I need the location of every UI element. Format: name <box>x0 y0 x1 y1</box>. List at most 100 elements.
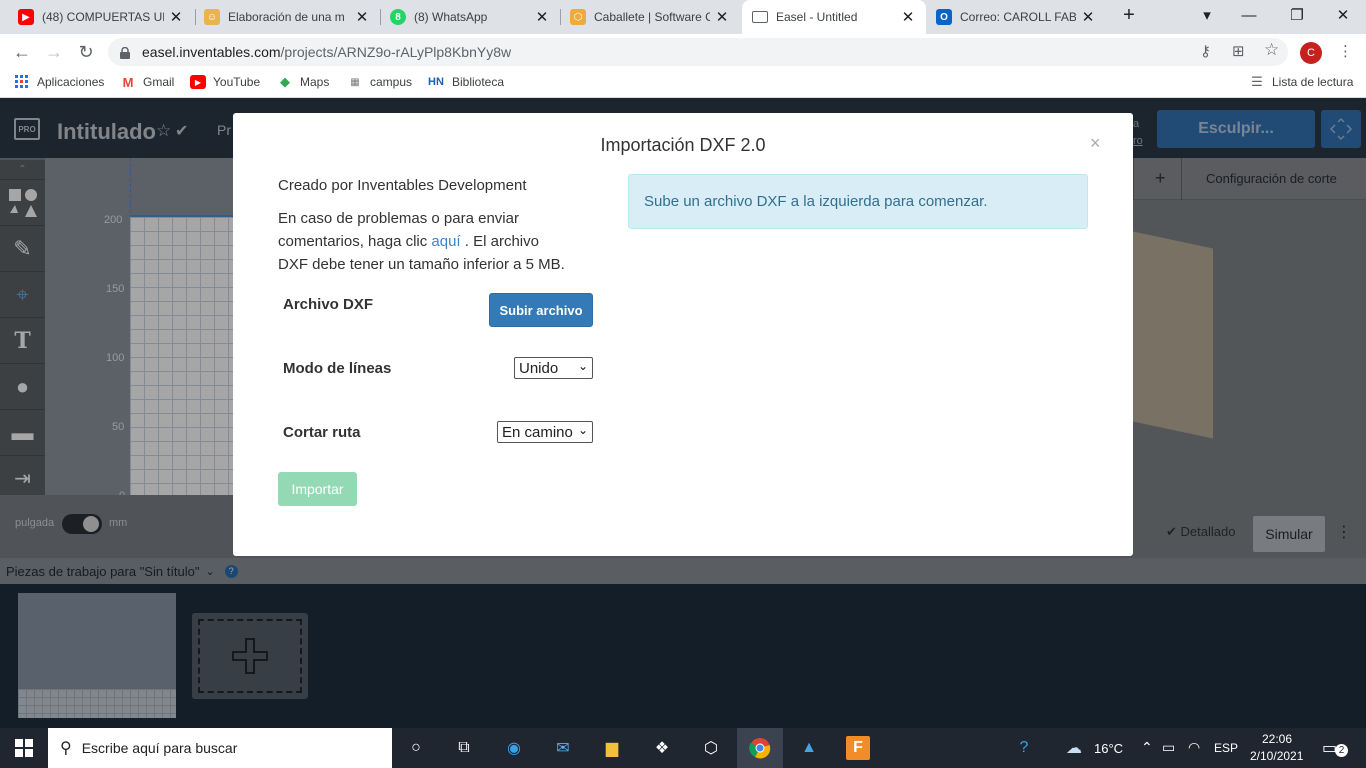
forward-arrow-icon[interactable]: → <box>42 41 66 63</box>
reading-list-button[interactable]: ☰ Lista de lectura <box>1249 74 1353 89</box>
wifi-icon[interactable]: ◠ <box>1188 739 1200 756</box>
browser-tab[interactable]: ☺ Elaboración de una m ✕ <box>194 0 380 34</box>
back-arrow-icon[interactable]: ← <box>10 41 34 63</box>
edge-icon[interactable]: ◉ <box>502 736 526 760</box>
close-tab-icon[interactable]: ✕ <box>534 8 550 26</box>
windows-start-icon[interactable] <box>12 736 36 760</box>
modal-close-button[interactable]: × <box>1090 133 1101 154</box>
bookmark-label: campus <box>370 75 413 89</box>
browser-tab-strip: ▶ (48) COMPUERTAS UN ✕ ☺ Elaboración de … <box>0 0 1366 34</box>
import-button[interactable]: Importar <box>278 472 357 506</box>
app-icon[interactable]: ⬡ <box>699 736 723 760</box>
bookmark-label: Biblioteca <box>452 75 505 89</box>
reload-icon[interactable]: ↻ <box>74 41 98 63</box>
chevron-down-icon: ⌄ <box>577 423 588 437</box>
tab-title: Correo: CAROLL FABIC <box>960 10 1076 24</box>
help-circle-icon[interactable]: ? <box>1012 736 1036 760</box>
chevron-up-icon[interactable]: ⌃ <box>1141 739 1153 756</box>
tab-title: Easel - Untitled <box>776 10 858 24</box>
line-mode-select[interactable]: Unido ⌄ <box>514 357 593 379</box>
temperature-label[interactable]: 16°C <box>1094 741 1123 756</box>
windows-taskbar: ⚲ Escribe aquí para buscar ○ ⧉ ◉ ✉ ▆ ❖ ⬡… <box>0 728 1366 768</box>
upload-file-label: Subir archivo <box>499 302 583 318</box>
key-icon[interactable]: ⚷ <box>1200 42 1211 60</box>
menu-kebab-icon[interactable]: ⋮ <box>1338 42 1353 60</box>
gmail-icon: M <box>122 74 134 90</box>
bookmark-gmail[interactable]: M Gmail <box>120 74 175 90</box>
reading-list-icon: ☰ <box>1251 74 1263 89</box>
mail-icon[interactable]: ✉ <box>551 736 575 760</box>
help-link[interactable]: aquí <box>431 233 460 250</box>
tab-search-icon[interactable]: ▾ <box>1184 0 1230 30</box>
bookmark-biblioteca[interactable]: HN Biblioteca <box>427 75 504 89</box>
address-bar[interactable]: easel.inventables.com/projects/ARNZ9o-rA… <box>108 38 1288 66</box>
youtube-icon: ▶ <box>190 75 206 89</box>
cortana-icon[interactable]: ○ <box>404 736 428 760</box>
close-tab-icon[interactable]: ✕ <box>900 8 916 26</box>
profile-initial: C <box>1307 47 1315 59</box>
chrome-icon[interactable] <box>748 736 772 760</box>
battery-icon[interactable]: ▭ <box>1162 739 1175 756</box>
close-tab-icon[interactable]: ✕ <box>1080 8 1096 26</box>
bookmark-campus[interactable]: ▦ campus <box>347 75 412 89</box>
campus-icon: ▦ <box>350 76 360 88</box>
task-view-icon[interactable]: ⧉ <box>452 736 476 760</box>
whatsapp-icon: 8 <box>390 9 406 25</box>
cut-path-label: Cortar ruta <box>283 424 361 441</box>
language-indicator[interactable]: ESP <box>1214 741 1238 755</box>
bookmark-star-icon[interactable]: ☆ <box>1264 40 1279 60</box>
clock-date[interactable]: 2/10/2021 <box>1250 749 1303 763</box>
fusion-icon[interactable]: F <box>846 736 870 760</box>
browser-tab[interactable]: ▶ (48) COMPUERTAS UN ✕ <box>8 0 194 34</box>
minimize-button[interactable]: — <box>1226 0 1272 30</box>
tab-title: (48) COMPUERTAS UN <box>42 10 164 24</box>
bookmark-youtube[interactable]: ▶ YouTube <box>190 75 260 89</box>
close-tab-icon[interactable]: ✕ <box>354 8 370 26</box>
file-explorer-icon[interactable]: ▆ <box>600 736 624 760</box>
maps-icon: ◆ <box>280 74 290 89</box>
translate-icon[interactable]: ⊞ <box>1232 42 1245 60</box>
import-label: Importar <box>291 481 344 497</box>
url-text: easel.inventables.com/projects/ARNZ9o-rA… <box>142 44 511 60</box>
notification-count: 2 <box>1335 744 1348 757</box>
tab-title: Caballete | Software Cl <box>594 10 710 24</box>
notifications-icon[interactable]: ▭ 2 <box>1322 738 1348 758</box>
bookmarks-bar: Aplicaciones M Gmail ▶ YouTube ◆ Maps ▦ … <box>0 70 1366 98</box>
clock-time[interactable]: 22:06 <box>1262 732 1292 746</box>
bookmark-apps[interactable]: Aplicaciones <box>14 75 104 89</box>
taskbar-search[interactable]: ⚲ Escribe aquí para buscar <box>48 728 392 768</box>
chevron-down-icon: ⌄ <box>577 359 588 373</box>
browser-tab[interactable]: ⬡ Caballete | Software Cl ✕ <box>560 0 740 34</box>
photos-icon[interactable]: ▲ <box>797 736 821 760</box>
restore-button[interactable]: ❐ <box>1274 0 1320 30</box>
bookmark-maps[interactable]: ◆ Maps <box>277 74 329 89</box>
info-message: Sube un archivo DXF a la izquierda para … <box>644 193 988 210</box>
browser-tab[interactable]: O Correo: CAROLL FABIC ✕ <box>926 0 1106 34</box>
hn-icon: HN <box>428 76 444 88</box>
close-window-button[interactable]: ✕ <box>1320 0 1366 30</box>
dxf-import-modal: Importación DXF 2.0 × Creado por Inventa… <box>233 113 1133 556</box>
close-tab-icon[interactable]: ✕ <box>714 8 730 26</box>
line-mode-label: Modo de líneas <box>283 360 392 377</box>
close-tab-icon[interactable]: ✕ <box>168 8 184 26</box>
url-host: easel.inventables.com <box>142 44 281 60</box>
dropbox-icon[interactable]: ❖ <box>650 736 674 760</box>
bookmark-label: Aplicaciones <box>37 75 105 89</box>
lock-icon <box>120 46 130 59</box>
tab-title: (8) WhatsApp <box>414 10 488 24</box>
weather-cloud-icon[interactable]: ☁ <box>1062 736 1086 760</box>
upload-file-button[interactable]: Subir archivo <box>489 293 593 327</box>
outlook-icon: O <box>936 9 952 25</box>
author-text: Creado por Inventables Development <box>278 177 527 194</box>
info-alert: Sube un archivo DXF a la izquierda para … <box>628 174 1088 229</box>
profile-avatar[interactable]: C <box>1300 42 1322 64</box>
tab-title: Elaboración de una m <box>228 10 345 24</box>
browser-tab[interactable]: 8 (8) WhatsApp ✕ <box>380 0 560 34</box>
modal-title: Importación DXF 2.0 <box>600 135 766 155</box>
browser-tab-active[interactable]: Easel - Untitled ✕ <box>742 0 926 34</box>
hexagon-icon: ⬡ <box>570 9 586 25</box>
cut-path-select[interactable]: En camino ⌄ <box>497 421 593 443</box>
browser-toolbar: ← → ↻ easel.inventables.com/projects/ARN… <box>0 34 1366 70</box>
line-mode-value: Unido <box>519 359 559 377</box>
new-tab-button[interactable]: + <box>1106 0 1152 30</box>
